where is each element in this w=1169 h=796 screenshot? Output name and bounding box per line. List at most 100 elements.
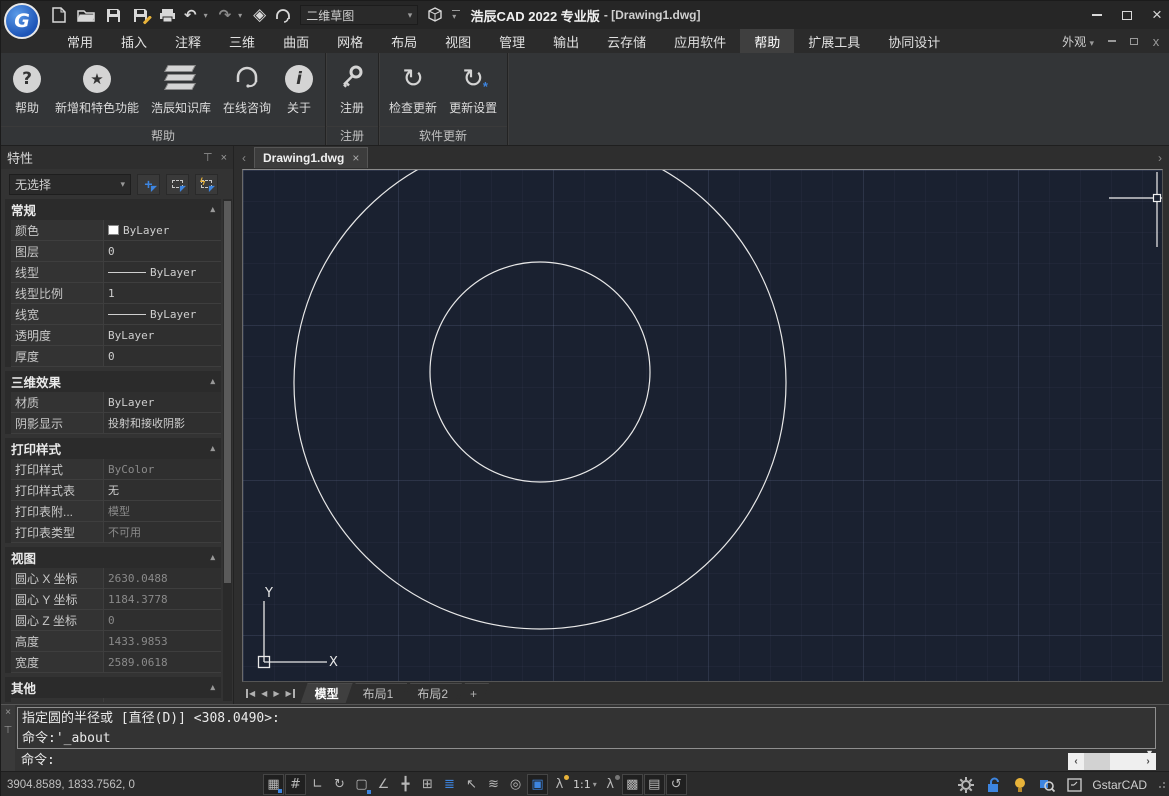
first-layout-icon[interactable]: ◀ <box>246 689 255 698</box>
snap-tracking-toggle[interactable]: ╋ <box>395 774 416 795</box>
prev-layout-icon[interactable]: ◀ <box>261 689 267 698</box>
ribbon-tab-6[interactable]: 布局 <box>377 29 431 53</box>
knowledge-base-button[interactable]: 浩辰知识库 <box>147 57 215 117</box>
help-button[interactable]: ? 帮助 <box>7 57 47 117</box>
unlock-icon[interactable] <box>984 776 1002 794</box>
update-settings-button[interactable]: ↻* 更新设置 <box>445 57 501 117</box>
document-tab[interactable]: Drawing1.dwg × <box>254 147 368 168</box>
new-features-button[interactable]: ★ 新增和特色功能 <box>51 57 143 117</box>
ribbon-tab-4[interactable]: 曲面 <box>269 29 323 53</box>
toggle-pickadd-button[interactable]: ϟ◤ <box>195 174 218 195</box>
ribbon-tab-10[interactable]: 云存储 <box>593 29 660 53</box>
quick-select-button[interactable]: +◤ <box>137 174 160 195</box>
layers-stack-icon[interactable]: ◈ <box>253 5 266 25</box>
save-as-icon[interactable] <box>130 5 150 25</box>
lightbulb-icon[interactable] <box>1011 776 1029 794</box>
ribbon-tab-11[interactable]: 应用软件 <box>660 29 740 53</box>
property-value[interactable]: 0 <box>104 241 221 262</box>
ribbon-restore-button[interactable] <box>1128 35 1140 47</box>
annotation-autoscale-toggle[interactable]: λ <box>600 774 621 795</box>
toolbar-options-icon[interactable]: ▾ <box>452 10 460 21</box>
model-paper-toggle[interactable]: ▣ <box>527 774 548 795</box>
polar-tracking-toggle[interactable]: ↻ <box>329 774 350 795</box>
properties-scrollbar[interactable] <box>223 199 232 701</box>
workspace-select[interactable]: 二维草图 ▾ <box>300 5 418 25</box>
ribbon-tab-5[interactable]: 网格 <box>323 29 377 53</box>
last-layout-icon[interactable]: ▶ <box>285 689 294 698</box>
appearance-menu[interactable]: 外观 ▾ <box>1062 33 1094 50</box>
command-pin-icon[interactable]: ⊤ <box>4 726 13 736</box>
ortho-mode-toggle[interactable]: ∟ <box>307 774 328 795</box>
section-header[interactable]: 三维效果▴ <box>5 371 221 392</box>
section-header[interactable]: 打印样式▴ <box>5 438 221 459</box>
property-value[interactable]: ByLayer <box>104 262 221 283</box>
minimize-button[interactable] <box>1090 8 1104 22</box>
ribbon-tab-8[interactable]: 管理 <box>485 29 539 53</box>
doc-tabs-left-icon[interactable]: ‹ <box>238 151 250 165</box>
command-input[interactable]: 命令: <box>21 751 55 771</box>
ribbon-tab-12[interactable]: 帮助 <box>740 29 794 53</box>
ribbon-close-button[interactable]: x <box>1150 35 1162 47</box>
zoom-toggle[interactable]: ◎ <box>505 774 526 795</box>
quick-properties-toggle[interactable]: ↖ <box>461 774 482 795</box>
undo-dropdown-icon[interactable]: ▾ <box>204 11 212 20</box>
annotation-scale-control[interactable]: 1:1▾ <box>571 774 599 795</box>
transparency-toggle[interactable]: ▩ <box>622 774 643 795</box>
property-value[interactable]: 模型 <box>104 501 221 522</box>
pin-icon[interactable]: ⊤ <box>203 151 213 164</box>
quick-view-toggle[interactable]: ▤ <box>644 774 665 795</box>
property-value[interactable]: ByLayer <box>104 304 221 325</box>
lineweight-toggle[interactable]: ≣ <box>439 774 460 795</box>
select-objects-button[interactable]: ◤ <box>166 174 189 195</box>
layout-tab-1[interactable]: 布局1 <box>349 683 408 703</box>
fullscreen-icon[interactable] <box>1065 776 1083 794</box>
command-history[interactable]: 指定圆的半径或 [直径(D)] <308.0490>: 命令:'_about <box>17 707 1156 749</box>
clean-screen-toggle[interactable]: ↺ <box>666 774 687 795</box>
property-value[interactable]: 2630.0488 <box>104 568 221 589</box>
cube-icon[interactable] <box>425 5 445 25</box>
property-value[interactable]: 不可用 <box>104 522 221 543</box>
gear-icon[interactable] <box>957 776 975 794</box>
property-value[interactable]: ByColor <box>104 459 221 480</box>
command-close-icon[interactable]: × <box>5 708 11 718</box>
selection-dropdown[interactable]: 无选择 ▾ <box>9 174 131 195</box>
property-value[interactable]: 1 <box>104 283 221 304</box>
doc-tab-close-icon[interactable]: × <box>352 151 359 165</box>
section-header[interactable]: 其他▴ <box>5 677 221 698</box>
new-file-icon[interactable] <box>49 5 69 25</box>
angle-snap-toggle[interactable]: ∠ <box>373 774 394 795</box>
headset-icon[interactable] <box>273 5 293 25</box>
search-update-icon[interactable] <box>1038 776 1056 794</box>
scroll-right-icon[interactable]: › <box>1140 756 1156 767</box>
ribbon-tab-14[interactable]: 协同设计 <box>874 29 954 53</box>
scroll-left-icon[interactable]: ‹ <box>1068 756 1084 767</box>
close-button[interactable]: × <box>1150 8 1164 22</box>
ribbon-tab-0[interactable]: 常用 <box>53 29 107 53</box>
dynamic-input-toggle[interactable]: ⊞ <box>417 774 438 795</box>
next-layout-icon[interactable]: ▶ <box>273 689 279 698</box>
drawing-canvas[interactable]: X Y <box>242 169 1163 682</box>
maximize-button[interactable] <box>1120 8 1134 22</box>
save-icon[interactable] <box>103 5 123 25</box>
close-palette-icon[interactable]: × <box>221 152 227 164</box>
snap-mode-toggle[interactable]: ▦ <box>263 774 284 795</box>
property-value[interactable]: ByLayer <box>104 220 221 241</box>
ribbon-tab-1[interactable]: 插入 <box>107 29 161 53</box>
property-value[interactable]: 投射和接收阴影 <box>104 413 221 434</box>
redo-dropdown-icon[interactable]: ▾ <box>238 11 246 20</box>
section-header[interactable]: 常规▴ <box>5 199 221 220</box>
online-consult-button[interactable]: 在线咨询 <box>219 57 275 117</box>
property-value[interactable]: 1433.9853 <box>104 631 221 652</box>
grid-display-toggle[interactable]: # <box>285 774 306 795</box>
command-scrollbar[interactable]: ‹ › <box>1068 753 1156 770</box>
print-icon[interactable] <box>157 5 177 25</box>
property-value[interactable]: ByLayer <box>104 325 221 346</box>
ribbon-tab-9[interactable]: 输出 <box>539 29 593 53</box>
redo-icon[interactable]: ↷ <box>219 6 232 24</box>
check-update-button[interactable]: ↻ 检查更新 <box>385 57 441 117</box>
resize-grip[interactable] <box>1158 781 1166 789</box>
add-layout-button[interactable]: + <box>458 683 489 703</box>
property-value[interactable]: 0 <box>104 610 221 631</box>
app-logo[interactable]: G <box>4 3 40 39</box>
property-value[interactable]: 0 <box>104 346 221 367</box>
